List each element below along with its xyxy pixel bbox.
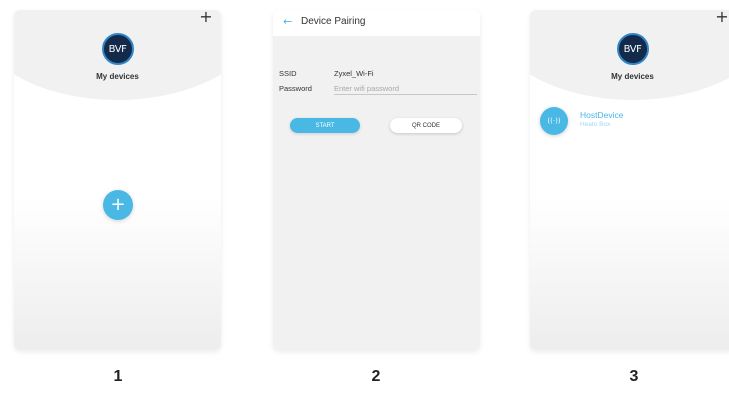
step-number-3: 3 [629, 368, 639, 385]
add-device-plus-icon[interactable]: + [715, 10, 729, 25]
start-button[interactable]: START [290, 118, 360, 133]
bvf-logo: BVF [616, 33, 649, 65]
ssid-value: Zyxel_Wi-Fi [334, 69, 374, 78]
logo-text: BVF [623, 43, 642, 55]
device-name: HostDevice [580, 110, 624, 120]
step-number-2: 2 [371, 368, 381, 385]
add-device-fab-button[interactable]: + [103, 190, 133, 220]
app-bar: ← Device Pairing [273, 10, 480, 36]
page-title: My devices [96, 72, 139, 81]
page-title: My devices [611, 72, 654, 81]
password-input[interactable] [334, 83, 477, 95]
bvf-logo: BVF [101, 33, 134, 65]
qr-code-button[interactable]: QR CODE [390, 118, 462, 133]
device-type: Heato Box [580, 121, 611, 128]
logo-text: BVF [108, 43, 127, 55]
device-list-item[interactable]: ((·)) HostDevice Heato Box [540, 107, 690, 137]
password-label: Password [279, 84, 312, 93]
ssid-label: SSID [279, 69, 297, 78]
page-title: Device Pairing [301, 16, 366, 27]
screen-1-my-devices-empty: + BVF My devices + [14, 10, 221, 350]
step-number-1: 1 [113, 368, 123, 385]
wireless-signal-icon: ((·)) [540, 107, 568, 135]
add-device-plus-icon[interactable]: + [199, 10, 213, 25]
screen-3-my-devices-list: + BVF My devices ((·)) HostDevice Heato … [530, 10, 729, 350]
back-arrow-icon[interactable]: ← [283, 15, 292, 28]
screen-2-device-pairing: ← Device Pairing SSID Zyxel_Wi-Fi Passwo… [273, 10, 480, 350]
